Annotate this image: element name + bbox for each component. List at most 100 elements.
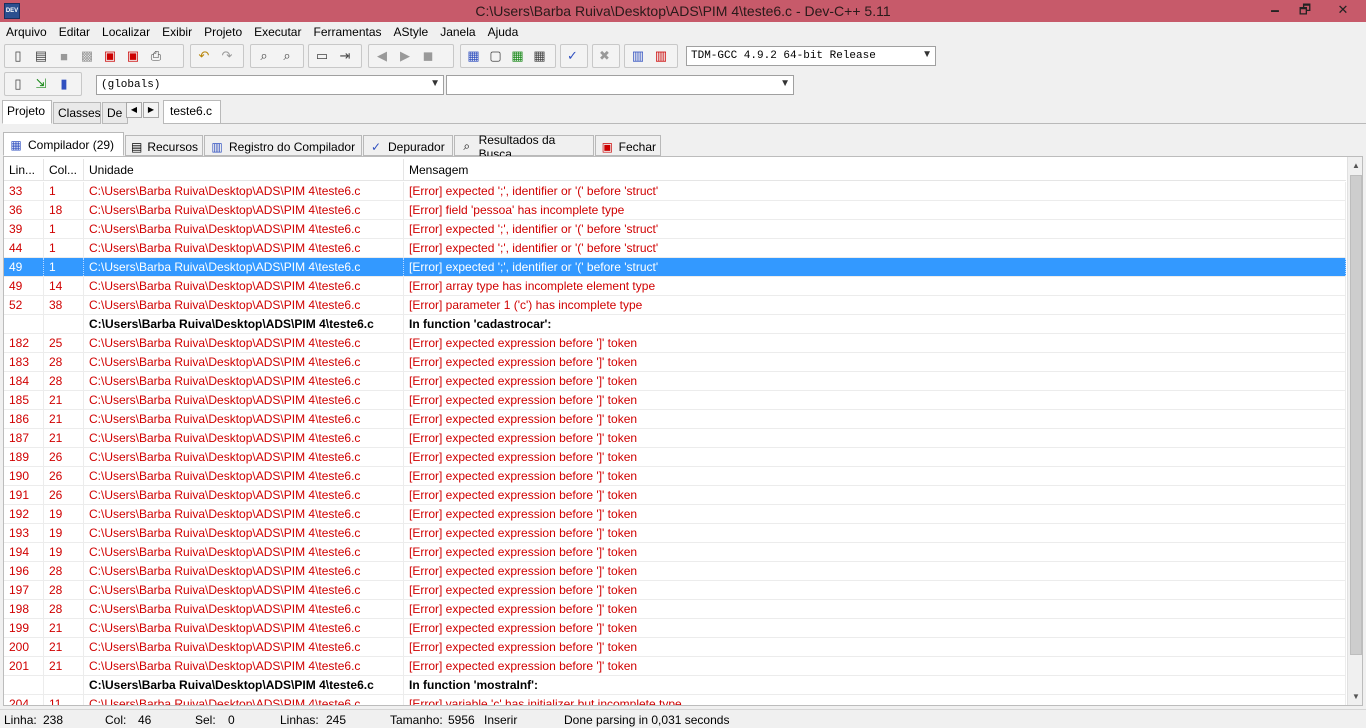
rebuild-all-icon[interactable]: ▦ (530, 46, 549, 66)
globals-select[interactable]: (globals) ▼ (96, 75, 444, 95)
close-all-icon[interactable]: ▣ (123, 46, 143, 66)
menu-exibir[interactable]: Exibir (162, 25, 192, 39)
error-row[interactable]: 187 21 C:\Users\Barba Ruiva\Desktop\ADS\PI… (4, 429, 1346, 448)
line-cell: 49 (4, 277, 44, 295)
error-row[interactable]: 185 21 C:\Users\Barba Ruiva\Desktop\ADS\PI… (4, 391, 1346, 410)
error-row[interactable]: 33 1 C:\Users\Barba Ruiva\Desktop\ADS\PIM … (4, 182, 1346, 201)
menu-astyle[interactable]: AStyle (394, 25, 429, 39)
error-row[interactable]: 196 28 C:\Users\Barba Ruiva\Desktop\ADS\PI… (4, 562, 1346, 581)
error-row[interactable]: 197 28 C:\Users\Barba Ruiva\Desktop\ADS\PI… (4, 581, 1346, 600)
new-file-icon[interactable]: ▯ (8, 46, 28, 66)
error-row[interactable]: 49 1 C:\Users\Barba Ruiva\Desktop\ADS\PIM … (4, 258, 1346, 277)
error-row[interactable]: 186 21 C:\Users\Barba Ruiva\Desktop\ADS\PI… (4, 410, 1346, 429)
close-file-icon[interactable]: ▣ (100, 46, 120, 66)
syntax-check-icon[interactable]: ✓ (564, 46, 581, 66)
error-row[interactable]: 198 28 C:\Users\Barba Ruiva\Desktop\ADS\PI… (4, 600, 1346, 619)
scroll-up-icon[interactable]: ▲ (1348, 157, 1362, 174)
undo-icon[interactable]: ↶ (194, 46, 214, 66)
add-to-project-icon[interactable]: ◀ (372, 46, 392, 66)
error-row[interactable]: 39 1 C:\Users\Barba Ruiva\Desktop\ADS\PIM … (4, 220, 1346, 239)
column-header-unit[interactable]: Unidade (84, 159, 404, 181)
message-cell: [Error] expected expression before ']' t… (404, 334, 1346, 352)
column-header-message[interactable]: Mensagem (404, 159, 1346, 181)
error-row[interactable]: 52 38 C:\Users\Barba Ruiva\Desktop\ADS\PIM… (4, 296, 1346, 315)
error-row[interactable]: 204 11 C:\Users\Barba Ruiva\Desktop\ADS\PI… (4, 695, 1346, 705)
run-icon[interactable]: ▢ (486, 46, 505, 66)
error-row[interactable]: 192 19 C:\Users\Barba Ruiva\Desktop\ADS\PI… (4, 505, 1346, 524)
save-all-icon[interactable]: ▩ (77, 46, 97, 66)
compiler-select[interactable]: TDM-GCC 4.9.2 64-bit Release ▼ (686, 46, 936, 66)
column-header-col[interactable]: Col... (44, 159, 84, 181)
tab-scroll-left-icon[interactable]: ◀ (126, 102, 142, 118)
scroll-down-icon[interactable]: ▼ (1348, 688, 1362, 705)
function-context-row[interactable]: C:\Users\Barba Ruiva\Desktop\ADS\PIM 4\t… (4, 315, 1346, 334)
menu-arquivo[interactable]: Arquivo (6, 25, 47, 39)
error-row[interactable]: 190 26 C:\Users\Barba Ruiva\Desktop\ADS\PI… (4, 467, 1346, 486)
members-select[interactable]: ▼ (446, 75, 794, 95)
error-row[interactable]: 183 28 C:\Users\Barba Ruiva\Desktop\ADS\PI… (4, 353, 1346, 372)
error-row[interactable]: 49 14 C:\Users\Barba Ruiva\Desktop\ADS\PIM… (4, 277, 1346, 296)
tab-debug[interactable]: De (102, 102, 128, 124)
tab-depurador[interactable]: ✓ Depurador (363, 135, 453, 156)
goto-bookmark-icon[interactable]: ⇥ (335, 46, 355, 66)
restore-button[interactable]: 🗗 (1290, 0, 1320, 20)
tab-projeto[interactable]: Projeto (2, 100, 52, 124)
redo-icon[interactable]: ↷ (217, 46, 237, 66)
error-row[interactable]: 182 25 C:\Users\Barba Ruiva\Desktop\ADS\PI… (4, 334, 1346, 353)
replace-icon[interactable]: ⌕ (277, 46, 297, 66)
minimize-button[interactable]: 🗕 (1260, 0, 1290, 20)
close-window-button[interactable]: ✕ (1320, 0, 1366, 20)
profile-analysis-icon[interactable]: ▥ (628, 46, 648, 66)
save-icon[interactable]: ■ (54, 46, 74, 66)
compile-run-icon[interactable]: ▦ (508, 46, 527, 66)
error-row[interactable]: 201 21 C:\Users\Barba Ruiva\Desktop\ADS\PI… (4, 657, 1346, 676)
tab-classes[interactable]: Classes (53, 102, 101, 124)
tab-fechar[interactable]: ▣ Fechar (595, 135, 661, 156)
menu-janela[interactable]: Janela (440, 25, 475, 39)
vertical-scrollbar[interactable]: ▲ ▼ (1347, 157, 1362, 705)
col-cell: 19 (44, 543, 84, 561)
menu-executar[interactable]: Executar (254, 25, 301, 39)
menu-ferramentas[interactable]: Ferramentas (313, 25, 381, 39)
menu-localizar[interactable]: Localizar (102, 25, 150, 39)
menu-projeto[interactable]: Projeto (204, 25, 242, 39)
error-row[interactable]: 193 19 C:\Users\Barba Ruiva\Desktop\ADS\PI… (4, 524, 1346, 543)
error-row[interactable]: 36 18 C:\Users\Barba Ruiva\Desktop\ADS\PIM… (4, 201, 1346, 220)
menu-ajuda[interactable]: Ajuda (488, 25, 519, 39)
error-row[interactable]: 184 28 C:\Users\Barba Ruiva\Desktop\ADS\PI… (4, 372, 1346, 391)
error-row[interactable]: 194 19 C:\Users\Barba Ruiva\Desktop\ADS\PI… (4, 543, 1346, 562)
project-options-icon[interactable]: ◼ (418, 46, 438, 66)
search-results-icon: ⌕ (463, 139, 471, 153)
insert-code-icon[interactable]: ▯ (8, 74, 28, 94)
unit-cell: C:\Users\Barba Ruiva\Desktop\ADS\PIM 4\t… (84, 391, 404, 409)
tab-compilador[interactable]: ▦ Compilador (29) (3, 132, 124, 156)
find-icon[interactable]: ⌕ (254, 46, 274, 66)
compiler-messages-list[interactable]: Lin... Col... Unidade Mensagem 33 1 C:\Use… (3, 156, 1363, 706)
tab-scroll-right-icon[interactable]: ▶ (143, 102, 159, 118)
open-file-icon[interactable]: ▤ (31, 46, 51, 66)
error-row[interactable]: 200 21 C:\Users\Barba Ruiva\Desktop\ADS\PI… (4, 638, 1346, 657)
col-cell: 1 (44, 258, 84, 276)
menu-editar[interactable]: Editar (59, 25, 90, 39)
tab-resultados-busca[interactable]: ⌕ Resultados da Busca (454, 133, 594, 161)
delete-profile-icon[interactable]: ▥ (651, 46, 671, 66)
compile-icon[interactable]: ▦ (464, 46, 483, 66)
error-row[interactable]: 191 26 C:\Users\Barba Ruiva\Desktop\ADS\PI… (4, 486, 1346, 505)
error-row[interactable]: 189 26 C:\Users\Barba Ruiva\Desktop\ADS\PI… (4, 448, 1346, 467)
toggle-bookmark-icon[interactable]: ⇲ (31, 74, 51, 94)
tab-recursos[interactable]: ▤ Recursos (125, 135, 203, 156)
function-context-row[interactable]: C:\Users\Barba Ruiva\Desktop\ADS\PIM 4\t… (4, 676, 1346, 695)
error-row[interactable]: 199 21 C:\Users\Barba Ruiva\Desktop\ADS\PI… (4, 619, 1346, 638)
error-row[interactable]: 44 1 C:\Users\Barba Ruiva\Desktop\ADS\PIM … (4, 239, 1346, 258)
scrollbar-thumb[interactable] (1350, 175, 1362, 655)
editor-tab-teste6[interactable]: teste6.c (163, 100, 221, 124)
message-cell: [Error] expected expression before ']' t… (404, 543, 1346, 561)
goto-line-icon[interactable]: ▭ (312, 46, 332, 66)
column-header-line[interactable]: Lin... (4, 159, 44, 181)
stop-execution-icon[interactable]: ✖ (596, 46, 613, 66)
col-cell: 28 (44, 353, 84, 371)
print-icon[interactable]: ⎙ (146, 46, 166, 66)
goto-definition-icon[interactable]: ▮ (54, 74, 74, 94)
remove-from-project-icon[interactable]: ▶ (395, 46, 415, 66)
tab-registro-compilador[interactable]: ▥ Registro do Compilador (204, 135, 362, 156)
